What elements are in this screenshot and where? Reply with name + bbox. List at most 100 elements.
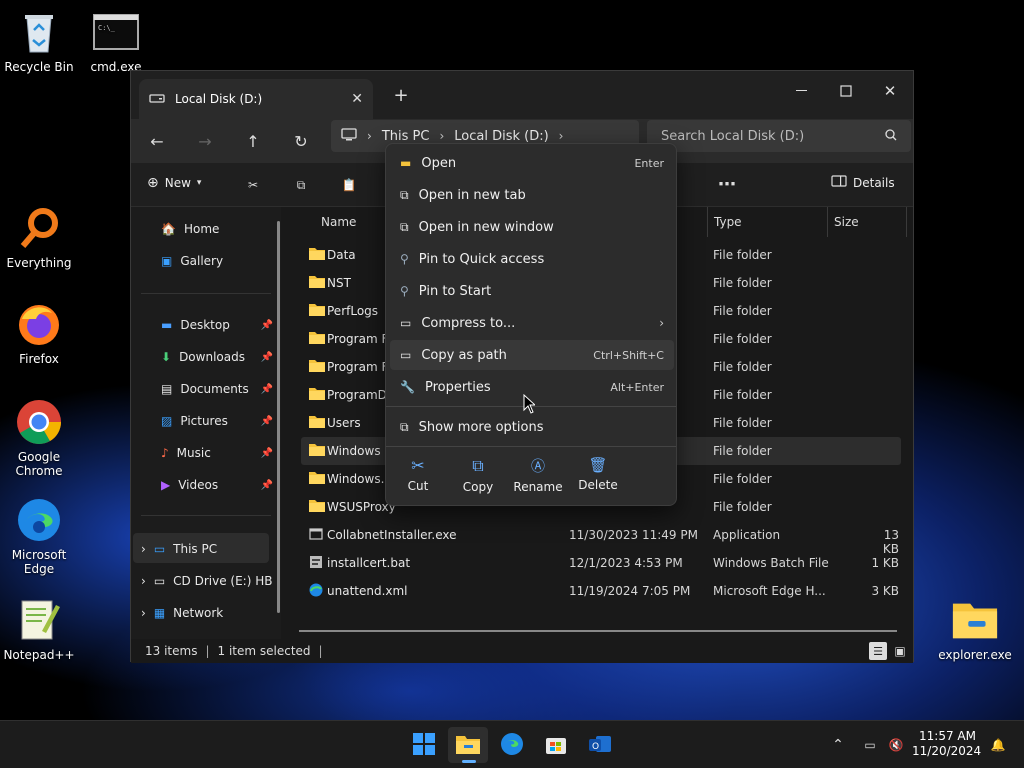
item-count: 13 items (145, 644, 198, 658)
sidebar-item-pictures[interactable]: ▨ Pictures 📌 (161, 407, 273, 435)
file-explorer-icon (455, 733, 481, 758)
menu-item-pin-start[interactable]: ⚲ Pin to Start (390, 276, 674, 306)
tab-bar: Local Disk (D:) ✕ + ✕ (131, 71, 913, 119)
file-name: Data (327, 248, 356, 262)
file-type: File folder (713, 304, 772, 318)
chevron-down-icon: ▾ (196, 178, 202, 188)
desktop-icon-recycle-bin[interactable]: Recycle Bin (0, 8, 78, 74)
tab-local-disk[interactable]: Local Disk (D:) ✕ (139, 79, 373, 119)
sidebar-scrollbar[interactable] (277, 221, 280, 613)
new-window-icon: ⧉ (400, 219, 409, 234)
volume-muted-icon[interactable]: 🔇 (886, 735, 906, 755)
desktop-folder-icon: ▬ (161, 318, 173, 332)
new-button[interactable]: ⊕ New ▾ (147, 175, 201, 191)
close-tab-icon[interactable]: ✕ (351, 91, 363, 107)
pin-icon: ⚲ (400, 284, 409, 298)
pin-icon: 📌 (260, 479, 273, 491)
quick-action-copy[interactable]: ⧉ Copy (448, 456, 508, 494)
chevron-right-icon: › (558, 129, 564, 143)
folder-open-icon: ▬ (400, 156, 412, 170)
menu-item-open[interactable]: ▬ Open Enter (390, 148, 674, 178)
taskbar-store[interactable] (536, 727, 576, 763)
menu-item-pin-quick-access[interactable]: ⚲ Pin to Quick access (390, 244, 674, 274)
windows-logo-icon (413, 732, 435, 758)
everything-icon (15, 204, 63, 252)
taskbar-file-explorer[interactable] (448, 727, 488, 763)
sidebar-item-downloads[interactable]: ⬇ Downloads 📌 (161, 343, 273, 371)
sidebar-item-music[interactable]: ♪ Music 📌 (161, 439, 273, 467)
large-icons-view-icon[interactable]: ▣ (891, 642, 909, 660)
sidebar-item-desktop[interactable]: ▬ Desktop 📌 (161, 311, 273, 339)
desktop-icon-everything[interactable]: Everything (0, 204, 78, 270)
back-icon[interactable]: ← (145, 131, 169, 151)
desktop-icon-label: Microsoft Edge (11, 548, 67, 576)
cut-icon[interactable]: ✂ (243, 175, 263, 195)
menu-item-open-new-window[interactable]: ⧉ Open in new window (390, 212, 674, 242)
desktop-icon-firefox[interactable]: Firefox (0, 300, 78, 366)
videos-icon: ▶ (161, 478, 171, 492)
minimize-button[interactable] (787, 77, 817, 105)
desktop-icon-cmd[interactable]: C:\_ cmd.exe (77, 8, 155, 74)
paste-icon[interactable]: 📋 (339, 175, 359, 195)
menu-item-copy-as-path[interactable]: ▭ Copy as path Ctrl+Shift+C (390, 340, 674, 370)
close-window-button[interactable]: ✕ (875, 77, 905, 105)
desktop-icon-label: Notepad++ (3, 648, 75, 662)
sidebar-item-home[interactable]: 🏠 Home (161, 215, 273, 243)
desktop-icon-chrome[interactable]: Google Chrome (0, 398, 78, 478)
notification-bell-icon[interactable]: 🔔 (988, 735, 1008, 755)
copy-icon[interactable]: ⧉ (291, 175, 311, 195)
file-size: 1 KB (871, 556, 899, 570)
search-box[interactable]: Search Local Disk (D:) (647, 120, 911, 152)
new-tab-button[interactable]: + (391, 85, 411, 106)
show-hidden-icons-chevron-icon[interactable]: ⌃ (828, 735, 848, 755)
folder-icon (309, 499, 325, 516)
details-button[interactable]: Details (831, 175, 895, 190)
column-header-type[interactable]: Type (707, 207, 823, 237)
up-icon[interactable]: ↑ (241, 131, 265, 151)
network-status-icon[interactable]: ▭ (860, 735, 880, 755)
sidebar-item-documents[interactable]: ▤ Documents 📌 (161, 375, 273, 403)
taskbar-outlook[interactable]: O (580, 727, 620, 763)
details-view-icon[interactable]: ☰ (869, 642, 887, 660)
horizontal-scrollbar[interactable] (299, 630, 897, 632)
sidebar-item-network[interactable]: › ▦ Network (141, 599, 269, 627)
cmd-icon: C:\_ (92, 8, 140, 56)
menu-divider (386, 446, 676, 447)
breadcrumb-local-disk[interactable]: Local Disk (D:) (454, 129, 548, 144)
search-input[interactable]: Search Local Disk (D:) (661, 129, 885, 144)
desktop-icon-notepadpp[interactable]: Notepad++ (0, 596, 78, 662)
sidebar-item-gallery[interactable]: ▣ Gallery (161, 247, 273, 275)
maximize-button[interactable] (831, 77, 861, 105)
more-options-icon[interactable]: ⋯ (715, 173, 739, 195)
start-button[interactable] (404, 727, 444, 763)
table-row[interactable]: CollabnetInstaller.exe 11/30/2023 11:49 P… (301, 521, 901, 556)
table-row[interactable]: installcert.bat 12/1/2023 4:53 PM Windows … (301, 549, 901, 577)
taskbar-edge[interactable] (492, 727, 532, 763)
sidebar-item-cd-drive[interactable]: › ▭ CD Drive (E:) HB (141, 567, 272, 595)
quick-action-delete[interactable]: 🗑 Delete (568, 456, 628, 492)
menu-item-open-new-tab[interactable]: ⧉ Open in new tab (390, 180, 674, 210)
desktop-icon-explorer[interactable]: explorer.exe (936, 596, 1014, 662)
status-divider: | (205, 644, 210, 658)
chrome-icon (15, 398, 63, 446)
clock[interactable]: 11:57 AM 11/20/2024 (912, 729, 981, 759)
store-icon (545, 733, 567, 758)
desktop-icon-edge[interactable]: Microsoft Edge (0, 496, 78, 576)
file-name: CollabnetInstaller.exe (327, 528, 457, 542)
column-header-size[interactable]: Size (827, 207, 907, 237)
edge-icon (15, 496, 63, 544)
menu-item-compress[interactable]: ▭ Compress to... › (390, 308, 674, 338)
table-row[interactable]: unattend.xml 11/19/2024 7:05 PM Microsoft … (301, 577, 901, 605)
folder-icon (309, 387, 325, 404)
file-type: Windows Batch File (713, 556, 829, 570)
forward-icon[interactable]: → (193, 131, 217, 151)
quick-action-cut[interactable]: ✂ Cut (388, 456, 448, 493)
sidebar-divider (141, 515, 271, 516)
home-icon: 🏠 (161, 222, 176, 236)
sidebar-item-videos[interactable]: ▶ Videos 📌 (161, 471, 273, 499)
trash-icon: 🗑 (588, 456, 608, 474)
breadcrumb-this-pc[interactable]: This PC (382, 129, 430, 144)
quick-action-rename[interactable]: Ⓐ Rename (508, 456, 568, 494)
refresh-icon[interactable]: ↻ (289, 131, 313, 151)
file-name: installcert.bat (327, 556, 411, 570)
